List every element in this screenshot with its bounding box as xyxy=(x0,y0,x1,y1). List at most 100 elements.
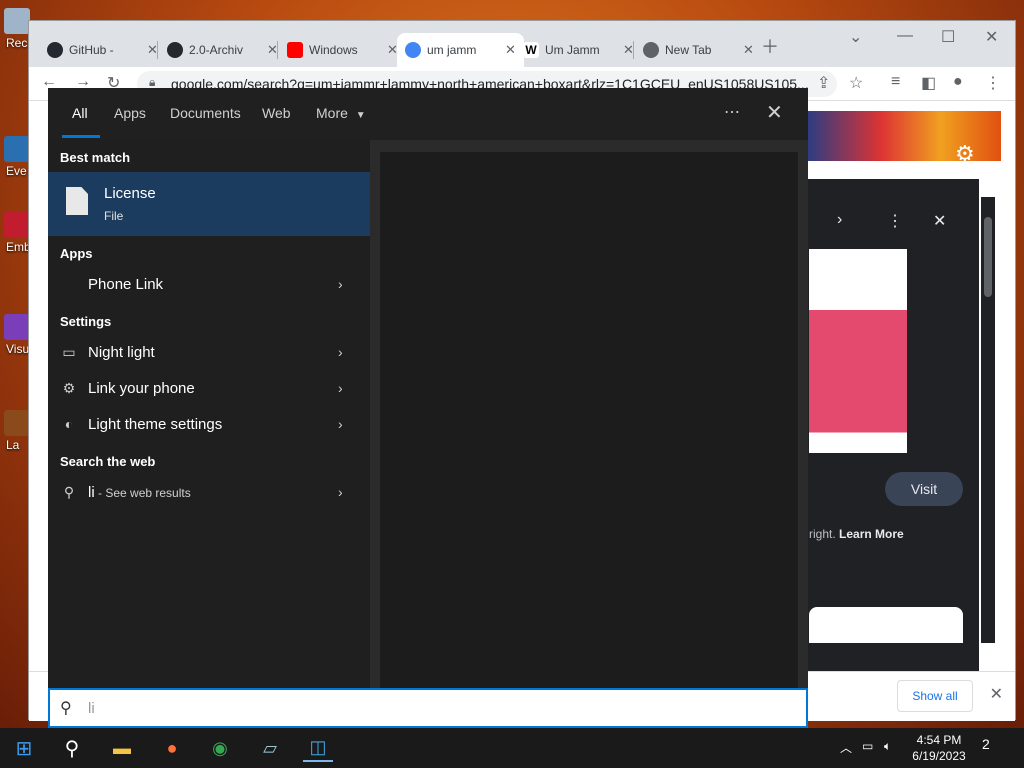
close-search-icon[interactable]: ✕ xyxy=(766,100,783,125)
tab-search-icon[interactable]: ⌄ xyxy=(849,27,862,47)
close-panel-icon[interactable]: ✕ xyxy=(933,211,946,231)
start-search-panel: All Apps Documents Web More ▼ ⋯ ✕ Best m… xyxy=(48,88,808,728)
app-icon xyxy=(4,410,30,436)
scrollbar[interactable] xyxy=(981,197,995,643)
new-tab-button[interactable]: ＋ xyxy=(761,33,779,59)
apps-heading: Apps xyxy=(60,246,93,261)
settings-heading: Settings xyxy=(60,314,112,329)
minimize-button[interactable]: — xyxy=(897,27,913,45)
visual-studio-icon xyxy=(4,314,30,340)
search-web-heading: Search the web xyxy=(60,454,156,469)
start-windows-icon[interactable]: ⊞ xyxy=(9,734,39,762)
result-phone-link[interactable]: Phone Link › xyxy=(48,267,370,301)
visit-button[interactable]: Visit xyxy=(885,472,963,506)
time: 4:54 PM xyxy=(916,733,962,747)
show-hidden-icons-icon[interactable]: ︿ xyxy=(840,739,852,756)
desktop-icon-recycle-bin[interactable]: Rec xyxy=(0,8,30,50)
filter-tab-apps[interactable]: Apps xyxy=(114,105,146,121)
clock[interactable]: 4:54 PM 6/19/2023 xyxy=(906,732,972,764)
tab-new-tab[interactable]: New Tab ✕ xyxy=(635,33,762,67)
learn-more-link[interactable]: Learn More xyxy=(839,527,904,541)
wikipedia-icon: W xyxy=(523,42,539,58)
media-icon[interactable]: ≡ xyxy=(891,73,900,91)
taskbar: ⊞ ⚲ ▬ ● ◉ ▱ ◫ ︿ ▭ 🔈︎ 4:54 PM 6/19/2023 2 xyxy=(0,728,1024,768)
result-light-theme-settings[interactable]: ◐ Light theme settings › xyxy=(48,407,370,441)
notification-count: 2 xyxy=(982,736,990,752)
result-link-your-phone[interactable]: ⚙ Link your phone › xyxy=(48,371,370,405)
file-explorer-icon[interactable]: ▬ xyxy=(107,734,137,762)
filter-tab-documents[interactable]: Documents xyxy=(170,105,241,121)
recycle-bin-icon xyxy=(4,8,30,34)
search-filter-bar: All Apps Documents Web More ▼ ⋯ ✕ xyxy=(48,88,808,140)
share-icon[interactable]: ⇪ xyxy=(817,73,830,93)
firefox-icon[interactable]: ● xyxy=(157,734,187,762)
rights-text: right. Learn More xyxy=(809,527,904,541)
close-downloads-icon[interactable]: ✕ xyxy=(990,684,1003,704)
notification-center-icon[interactable]: 2 xyxy=(982,736,990,752)
network-icon[interactable]: ▭ xyxy=(862,739,873,753)
tab-separator xyxy=(157,41,158,59)
date: 6/19/2023 xyxy=(912,749,966,763)
chevron-right-icon[interactable]: › xyxy=(338,416,343,432)
result-night-light[interactable]: ▭ Night light › xyxy=(48,335,370,369)
chevron-right-icon[interactable]: › xyxy=(338,344,343,360)
desktop-icon-visual-studio[interactable]: Visu xyxy=(0,314,30,356)
caret-down-icon: ▼ xyxy=(355,110,366,121)
best-match-type: File xyxy=(104,209,124,223)
search-input[interactable] xyxy=(88,697,768,719)
close-window-button[interactable]: ✕ xyxy=(985,27,998,47)
chevron-right-icon[interactable]: › xyxy=(338,380,343,396)
side-panel-icon[interactable]: ◧ xyxy=(921,73,936,93)
app-icon xyxy=(4,212,30,238)
chevron-right-icon[interactable]: › xyxy=(837,211,842,229)
file-icon xyxy=(66,187,88,215)
close-icon[interactable]: ✕ xyxy=(743,42,754,58)
search-icon: ⚲ xyxy=(63,483,75,500)
menu-kebab-icon[interactable]: ⋮ xyxy=(985,73,1001,93)
filter-tab-more[interactable]: More ▼ xyxy=(316,105,366,121)
monitor-icon: ▭ xyxy=(62,343,76,360)
boxart-image[interactable] xyxy=(809,249,907,453)
search-icon[interactable]: ⚲ xyxy=(57,734,87,762)
search-box[interactable]: ⚲ xyxy=(48,688,808,728)
preview-pane xyxy=(380,152,798,688)
tab-youtube[interactable]: Windows ✕ xyxy=(279,33,406,67)
tab-github[interactable]: GitHub - ✕ xyxy=(39,33,166,67)
tab-github-archive[interactable]: 2.0-Archiv ✕ xyxy=(159,33,286,67)
chrome-icon[interactable]: ◉ xyxy=(205,734,235,762)
best-match-result[interactable]: License File xyxy=(48,172,370,236)
profile-avatar[interactable]: ● xyxy=(953,73,963,91)
tab-google-search[interactable]: um jamm ✕ xyxy=(397,33,524,67)
scrollbar-thumb[interactable] xyxy=(984,217,992,297)
tab-separator xyxy=(633,41,634,59)
palette-icon: ◐ xyxy=(64,416,74,432)
gear-icon: ⚙ xyxy=(62,379,76,396)
app-icon[interactable]: ◫ xyxy=(303,734,333,762)
web-suffix: - See web results xyxy=(94,485,191,500)
chevron-right-icon[interactable]: › xyxy=(338,276,343,292)
boxart-image-2[interactable] xyxy=(809,607,963,643)
filter-tab-web[interactable]: Web xyxy=(262,105,291,121)
settings-gear-icon[interactable]: ⚙ xyxy=(955,141,975,167)
maximize-button[interactable]: ☐ xyxy=(941,27,955,47)
chrome-icon xyxy=(643,42,659,58)
filter-tab-all[interactable]: All xyxy=(72,105,88,121)
tab-wikipedia[interactable]: W Um Jamm ✕ xyxy=(515,33,642,67)
show-all-button[interactable]: Show all xyxy=(897,680,973,712)
volume-muted-icon[interactable]: 🔈︎ xyxy=(884,739,891,754)
notepad-icon[interactable]: ▱ xyxy=(255,734,285,762)
chevron-right-icon[interactable]: › xyxy=(338,484,343,500)
tab-strip: GitHub - ✕ 2.0-Archiv ✕ Windows ✕ um jam… xyxy=(29,21,1015,67)
youtube-icon xyxy=(287,42,303,58)
more-options-icon[interactable]: ⋯ xyxy=(724,102,740,122)
desktop-icon-la[interactable]: La xyxy=(0,410,30,452)
result-web-search[interactable]: ⚲ li - See web results › xyxy=(48,475,370,509)
more-vert-icon[interactable]: ⋮ xyxy=(887,211,903,231)
desktop-icon-eve[interactable]: Eve xyxy=(0,136,30,178)
web-query: li xyxy=(88,483,95,501)
search-icon: ⚲ xyxy=(60,700,72,717)
google-icon xyxy=(405,42,421,58)
github-icon xyxy=(167,42,183,58)
bookmark-star-icon[interactable]: ☆ xyxy=(849,73,863,93)
desktop-icon-emb[interactable]: Emb De xyxy=(0,212,30,254)
